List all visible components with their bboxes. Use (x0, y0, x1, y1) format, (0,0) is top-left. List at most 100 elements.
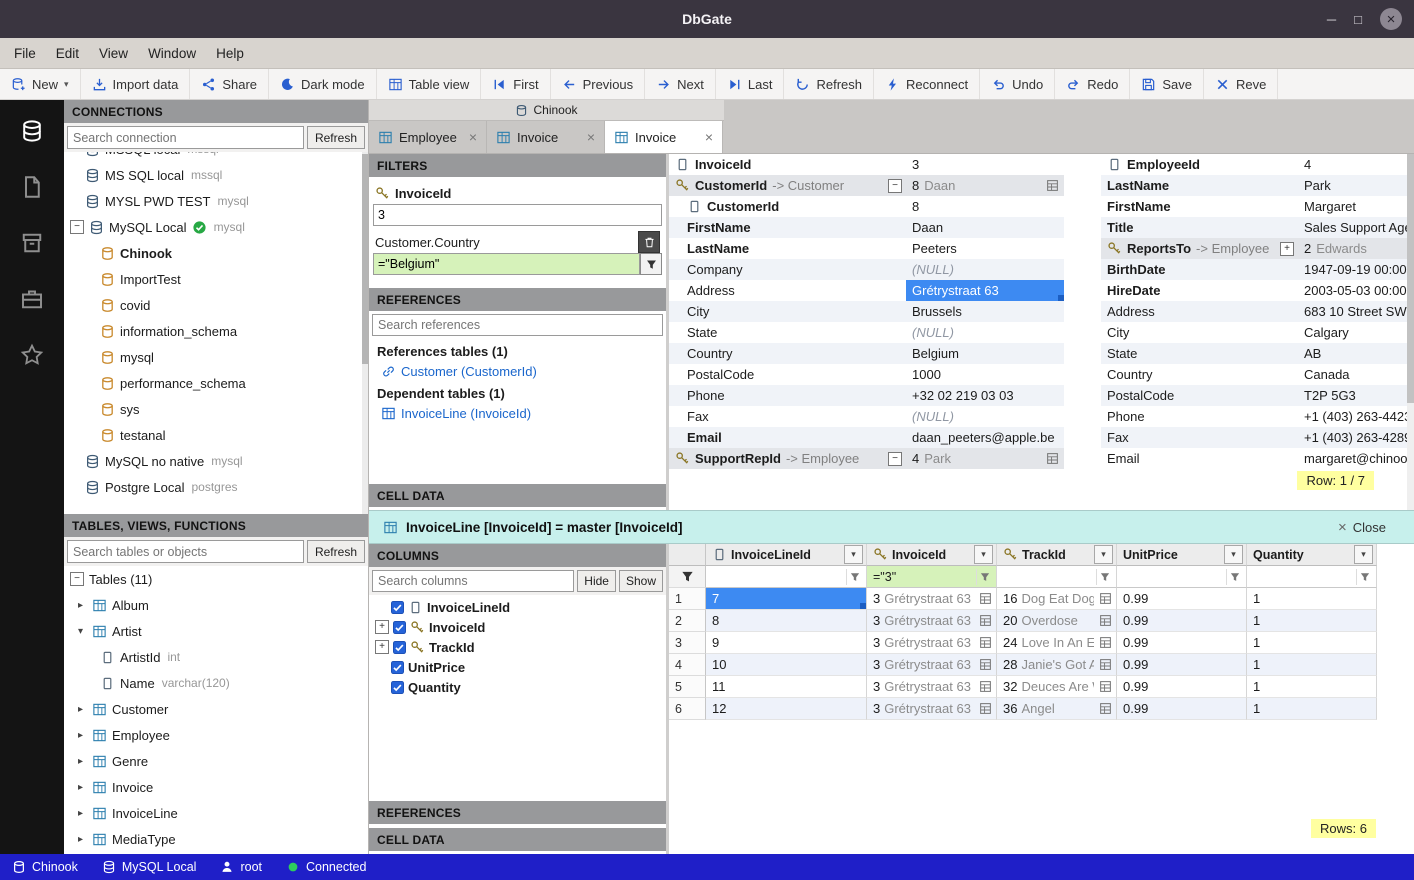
grid-filter-cell-0[interactable] (706, 566, 867, 588)
collapse-icon[interactable]: − (888, 179, 902, 193)
form-field-value[interactable]: (NULL) (906, 259, 1064, 280)
column-dropdown-button[interactable]: ▾ (1354, 545, 1373, 564)
chevron-down-icon[interactable]: ▾ (74, 626, 87, 637)
form-field-value[interactable]: Canada (1298, 364, 1407, 385)
toolbar-save-button[interactable]: Save (1130, 69, 1204, 99)
toolbar-last-button[interactable]: Last (716, 69, 785, 99)
connection-testanal[interactable]: testanal (64, 422, 368, 448)
chevron-right-icon[interactable]: ▸ (74, 600, 87, 611)
form-field-value[interactable]: Margaret (1298, 196, 1407, 217)
tab-close-icon[interactable]: × (705, 129, 713, 145)
column-dropdown-button[interactable]: ▾ (974, 545, 993, 564)
connection-ms-sql-local[interactable]: MS SQL localmssql (64, 162, 368, 188)
form-field-value[interactable]: Daan (906, 217, 1064, 238)
rail-item-archive[interactable] (17, 284, 47, 314)
filter-funnel-button[interactable] (1096, 569, 1113, 585)
grid-cell[interactable]: 1 (1247, 588, 1377, 610)
grid-cell[interactable]: 1 (1247, 676, 1377, 698)
grid-column-header-invoiceid[interactable]: InvoiceId▾ (867, 544, 997, 566)
toolbar-table-view-button[interactable]: Table view (377, 69, 482, 99)
filter-funnel-button[interactable] (1226, 569, 1243, 585)
grid-cell[interactable]: 9 (706, 632, 867, 654)
filter-value-input[interactable] (373, 204, 662, 226)
form-field-value[interactable]: (NULL) (906, 406, 1064, 427)
grid-cell[interactable]: 1 (1247, 632, 1377, 654)
grid-cell[interactable]: 8 (706, 610, 867, 632)
form-field-value[interactable]: (NULL) (906, 322, 1064, 343)
collapse-icon[interactable]: − (70, 220, 84, 234)
form-field-value[interactable]: 2003-05-03 00:00:00 (1298, 280, 1407, 301)
form-field-value[interactable]: margaret@chinookcorp.com (1298, 448, 1407, 469)
connection-mysql-local[interactable]: −MySQL Localmysql (64, 214, 368, 240)
form-field-value[interactable]: daan_peeters@apple.be (906, 427, 1064, 448)
grid-column-header-trackid[interactable]: TrackId▾ (997, 544, 1117, 566)
grid-column-header-invoicelineid[interactable]: InvoiceLineId▾ (706, 544, 867, 566)
grid-cell[interactable]: 0.99 (1117, 588, 1247, 610)
expand-icon[interactable]: + (1280, 242, 1294, 256)
toolbar-reve-button[interactable]: Reve (1204, 69, 1278, 99)
form-field-value[interactable]: 8 (906, 196, 1064, 217)
grid-cell[interactable]: 3Grétrystraat 63 (867, 632, 997, 654)
grid-cell[interactable]: 16Dog Eat Dog (997, 588, 1117, 610)
grid-cell[interactable]: 3Grétrystraat 63 (867, 654, 997, 676)
connection-information-schema[interactable]: information_schema (64, 318, 368, 344)
show-columns-button[interactable]: Show (619, 570, 663, 592)
toolbar-next-button[interactable]: Next (645, 69, 716, 99)
column-toggle-trackid[interactable]: +TrackId (369, 637, 666, 657)
toolbar-previous-button[interactable]: Previous (551, 69, 646, 99)
grid-column-header-quantity[interactable]: Quantity▾ (1247, 544, 1377, 566)
form-field-value[interactable]: T2P 5G3 (1298, 385, 1407, 406)
grid-cell[interactable]: 24Love In An Elevator (997, 632, 1117, 654)
collapse-icon[interactable]: − (70, 572, 84, 586)
maximize-button[interactable]: □ (1354, 12, 1362, 27)
checkbox-icon[interactable] (391, 661, 404, 674)
tree-item-album[interactable]: ▸Album (64, 592, 368, 618)
grid-cell[interactable]: 0.99 (1117, 632, 1247, 654)
column-dropdown-button[interactable]: ▾ (844, 545, 863, 564)
form-field-value[interactable]: Park (1298, 175, 1407, 196)
grid-filter-cell-1[interactable]: ="3" (867, 566, 997, 588)
form-field-value[interactable]: AB (1298, 343, 1407, 364)
tree-item-artist[interactable]: ▾Artist (64, 618, 368, 644)
hide-columns-button[interactable]: Hide (577, 570, 616, 592)
grid-cell[interactable]: 0.99 (1117, 698, 1247, 720)
form-field-value[interactable]: 1947-09-19 00:00:00 (1298, 259, 1407, 280)
form-field-value[interactable]: Belgium (906, 343, 1064, 364)
connections-scrollbar[interactable] (362, 152, 368, 514)
form-scrollbar[interactable] (1407, 154, 1414, 510)
close-button[interactable]: × (1380, 8, 1402, 30)
grid-cell[interactable]: 3Grétrystraat 63 (867, 610, 997, 632)
form-field-value[interactable]: Peeters (906, 238, 1064, 259)
grid-cell[interactable]: 36Angel (997, 698, 1117, 720)
columns-search-input[interactable] (372, 570, 574, 592)
tree-item-tables-11[interactable]: −Tables (11) (64, 566, 368, 592)
tab-invoice-2[interactable]: Invoice× (605, 121, 723, 153)
toolbar-refresh-button[interactable]: Refresh (784, 69, 874, 99)
reference-link-customer-customerid[interactable]: Customer (CustomerId) (369, 361, 666, 381)
grid-cell[interactable]: 3Grétrystraat 63 (867, 698, 997, 720)
grid-cell[interactable]: 3Grétrystraat 63 (867, 588, 997, 610)
grid-cell[interactable]: 10 (706, 654, 867, 676)
chevron-right-icon[interactable]: ▸ (74, 730, 87, 741)
toolbar-undo-button[interactable]: Undo (980, 69, 1055, 99)
rail-item-files[interactable] (17, 172, 47, 202)
form-field-value[interactable]: 4 (1298, 154, 1407, 175)
connection-covid[interactable]: covid (64, 292, 368, 318)
grid-cell[interactable]: 0.99 (1117, 676, 1247, 698)
column-toggle-unitprice[interactable]: UnitPrice (369, 657, 666, 677)
toolbar-import-data-button[interactable]: Import data (81, 69, 191, 99)
menu-item-view[interactable]: View (89, 42, 138, 65)
grid-cell[interactable]: 11 (706, 676, 867, 698)
tree-item-customer[interactable]: ▸Customer (64, 696, 368, 722)
column-toggle-invoicelineid[interactable]: InvoiceLineId (369, 597, 666, 617)
menu-item-file[interactable]: File (4, 42, 46, 65)
filter-funnel-button[interactable] (640, 253, 662, 275)
connection-sys[interactable]: sys (64, 396, 368, 422)
chevron-right-icon[interactable]: ▸ (74, 756, 87, 767)
tab-close-icon[interactable]: × (587, 129, 595, 145)
toolbar-redo-button[interactable]: Redo (1055, 69, 1130, 99)
form-field-value[interactable]: 2Edwards (1298, 238, 1407, 259)
collapse-icon[interactable]: − (888, 452, 902, 466)
tree-item-invoiceline[interactable]: ▸InvoiceLine (64, 800, 368, 826)
checkbox-icon[interactable] (393, 641, 406, 654)
